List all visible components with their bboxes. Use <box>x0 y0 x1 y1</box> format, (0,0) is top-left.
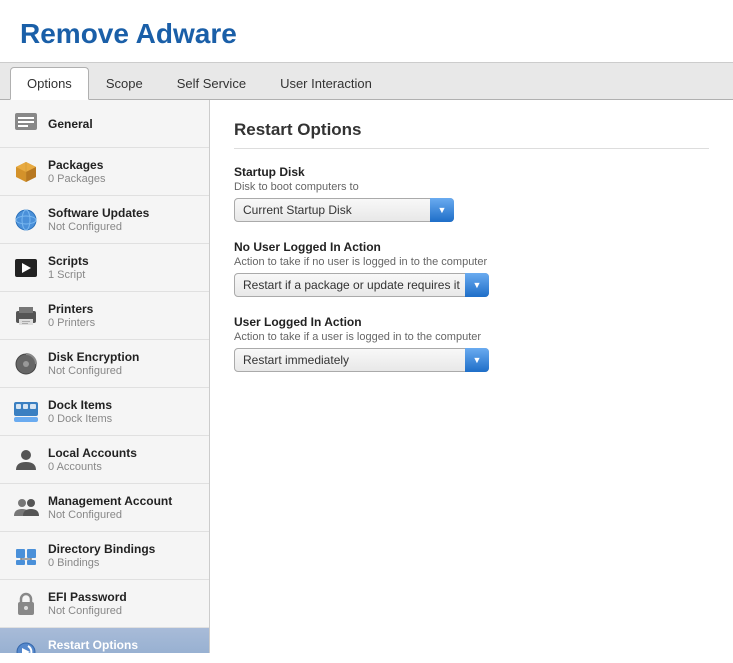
disk-icon <box>12 350 40 378</box>
printers-icon <box>12 302 40 330</box>
sidebar-item-general[interactable]: General <box>0 100 209 148</box>
sidebar-item-sub-scripts: 1 Script <box>48 269 89 281</box>
startup-disk-label: Startup Disk <box>234 165 709 179</box>
sidebar-item-restart-options[interactable]: Restart OptionsConfigured <box>0 628 209 653</box>
sidebar-item-title-general: General <box>48 117 93 131</box>
sidebar-item-efi-password[interactable]: EFI PasswordNot Configured <box>0 580 209 628</box>
startup-disk-desc: Disk to boot computers to <box>234 181 709 193</box>
sidebar-item-disk-encryption[interactable]: Disk EncryptionNot Configured <box>0 340 209 388</box>
sidebar-item-title-disk-encryption: Disk Encryption <box>48 350 139 364</box>
user-logged-desc: Action to take if a user is logged in to… <box>234 331 709 343</box>
sidebar-item-sub-printers: 0 Printers <box>48 317 95 329</box>
tab-self-service[interactable]: Self Service <box>160 67 263 99</box>
packages-icon <box>12 158 40 186</box>
tab-bar: Options Scope Self Service User Interact… <box>0 63 733 100</box>
startup-disk-select-wrapper: Current Startup Disk <box>234 198 454 222</box>
local-icon <box>12 446 40 474</box>
user-logged-group: User Logged In Action Action to take if … <box>234 315 709 372</box>
tab-options[interactable]: Options <box>10 67 89 100</box>
sidebar-item-title-packages: Packages <box>48 158 105 172</box>
user-logged-select[interactable]: Restart immediately Do not restart Resta… <box>234 348 489 372</box>
sidebar-item-title-directory-bindings: Directory Bindings <box>48 542 155 556</box>
sidebar-item-sub-packages: 0 Packages <box>48 173 105 185</box>
sidebar-item-title-local-accounts: Local Accounts <box>48 446 137 460</box>
sidebar-item-dock-items[interactable]: Dock Items0 Dock Items <box>0 388 209 436</box>
sidebar-item-sub-directory-bindings: 0 Bindings <box>48 557 155 569</box>
startup-disk-select[interactable]: Current Startup Disk <box>234 198 454 222</box>
tab-scope[interactable]: Scope <box>89 67 160 99</box>
sidebar-item-title-restart-options: Restart Options <box>48 638 138 652</box>
no-user-label: No User Logged In Action <box>234 240 709 254</box>
mgmt-icon <box>12 494 40 522</box>
page-title: Remove Adware <box>0 0 733 63</box>
general-icon <box>12 110 40 138</box>
software-icon <box>12 206 40 234</box>
sidebar-item-title-dock-items: Dock Items <box>48 398 112 412</box>
tab-user-interaction[interactable]: User Interaction <box>263 67 389 99</box>
sidebar-item-packages[interactable]: Packages0 Packages <box>0 148 209 196</box>
scripts-icon <box>12 254 40 282</box>
sidebar-item-sub-disk-encryption: Not Configured <box>48 365 139 377</box>
content-area: GeneralPackages0 PackagesSoftware Update… <box>0 100 733 653</box>
sidebar-item-printers[interactable]: Printers0 Printers <box>0 292 209 340</box>
no-user-select-wrapper: Restart if a package or update requires … <box>234 273 489 297</box>
sidebar-item-directory-bindings[interactable]: Directory Bindings0 Bindings <box>0 532 209 580</box>
sidebar: GeneralPackages0 PackagesSoftware Update… <box>0 100 210 653</box>
sidebar-item-sub-software-updates: Not Configured <box>48 221 149 233</box>
user-logged-select-wrapper: Restart immediately Do not restart Resta… <box>234 348 489 372</box>
sidebar-item-scripts[interactable]: Scripts1 Script <box>0 244 209 292</box>
sidebar-item-title-scripts: Scripts <box>48 254 89 268</box>
sidebar-item-title-efi-password: EFI Password <box>48 590 127 604</box>
sidebar-item-sub-dock-items: 0 Dock Items <box>48 413 112 425</box>
sidebar-item-title-management-account: Management Account <box>48 494 172 508</box>
startup-disk-group: Startup Disk Disk to boot computers to C… <box>234 165 709 222</box>
section-title: Restart Options <box>234 120 709 149</box>
directory-icon <box>12 542 40 570</box>
no-user-desc: Action to take if no user is logged in t… <box>234 256 709 268</box>
dock-icon <box>12 398 40 426</box>
user-logged-label: User Logged In Action <box>234 315 709 329</box>
main-panel: Restart Options Startup Disk Disk to boo… <box>210 100 733 653</box>
efi-icon <box>12 590 40 618</box>
sidebar-item-management-account[interactable]: Management AccountNot Configured <box>0 484 209 532</box>
sidebar-item-software-updates[interactable]: Software UpdatesNot Configured <box>0 196 209 244</box>
restart-icon <box>12 638 40 654</box>
no-user-group: No User Logged In Action Action to take … <box>234 240 709 297</box>
sidebar-item-sub-efi-password: Not Configured <box>48 605 127 617</box>
sidebar-item-title-printers: Printers <box>48 302 95 316</box>
sidebar-item-sub-management-account: Not Configured <box>48 509 172 521</box>
no-user-select[interactable]: Restart if a package or update requires … <box>234 273 489 297</box>
sidebar-item-sub-local-accounts: 0 Accounts <box>48 461 137 473</box>
sidebar-item-local-accounts[interactable]: Local Accounts0 Accounts <box>0 436 209 484</box>
sidebar-item-title-software-updates: Software Updates <box>48 206 149 220</box>
